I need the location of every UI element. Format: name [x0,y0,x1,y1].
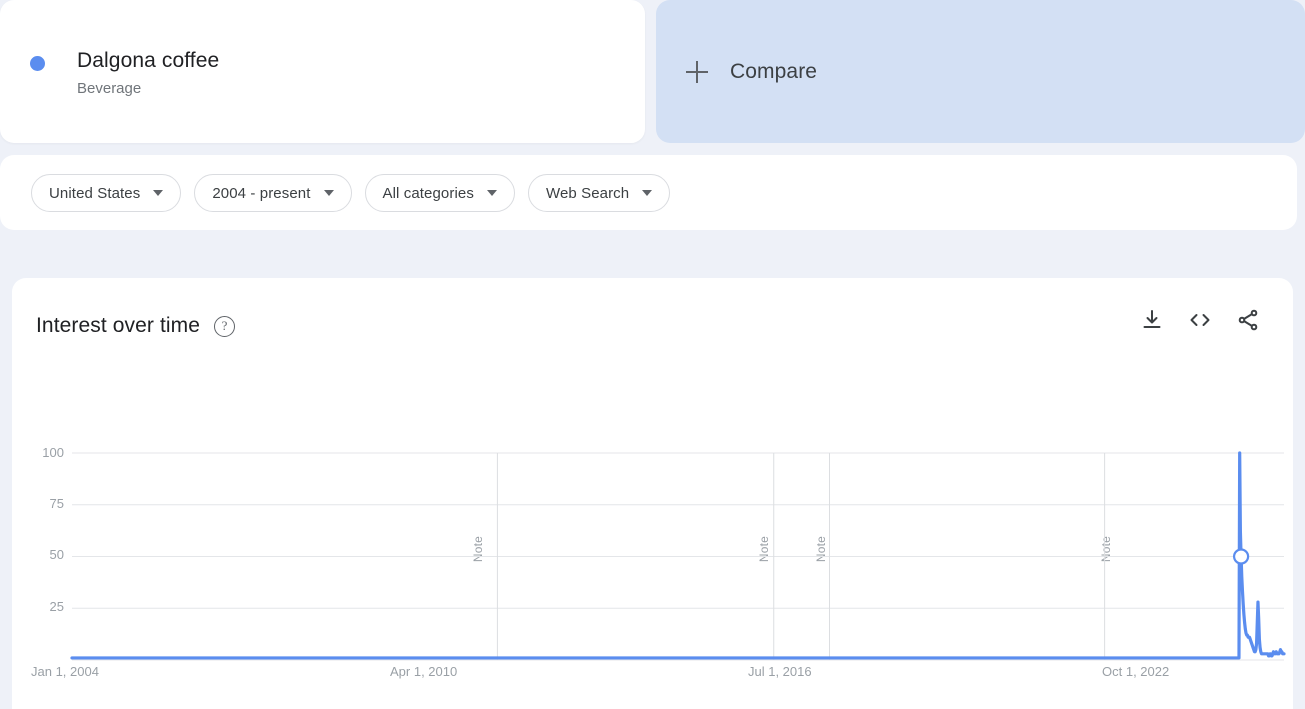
time-range-filter[interactable]: 2004 - present [194,174,352,212]
series-line [70,451,1286,660]
search-term-subtitle: Beverage [77,80,142,97]
y-axis-tick-100: 100 [42,445,64,460]
filters-bar: United States 2004 - present All categor… [0,155,1297,230]
compare-content: Compare [686,60,817,84]
search-term-title: Dalgona coffee [77,49,220,72]
chart-actions [1140,308,1260,332]
y-axis-tick-75: 75 [49,496,64,511]
x-axis-tick-0: Jan 1, 2004 [31,664,99,679]
x-axis-tick-3: Oct 1, 2022 [1102,664,1170,679]
download-icon[interactable] [1140,308,1164,332]
help-circle-icon[interactable]: ? [214,315,236,337]
search-type-filter[interactable]: Web Search [527,174,671,212]
category-filter-label: All categories [382,184,474,202]
chevron-down-icon [153,190,164,196]
note-annotation-label[interactable]: Note [471,536,485,562]
chart-header: Interest over time ? [36,314,236,338]
location-filter-label: United States [49,184,141,202]
share-icon[interactable] [1236,308,1260,332]
trends-line-chart [70,451,1286,661]
search-type-filter-label: Web Search [545,184,630,202]
compare-card[interactable]: Compare [656,0,1305,143]
filters-row: United States 2004 - present All categor… [31,174,671,212]
category-filter[interactable]: All categories [364,174,515,212]
search-term-content: Dalgona coffee Beverage [30,48,219,100]
chevron-down-icon [642,190,653,196]
chart-plot-area: 100 75 50 25 Jan 1, 2004 Apr 1, 2010 Jul… [12,278,1293,709]
terms-row: Dalgona coffee Beverage Compare [0,0,1305,146]
plus-icon [686,61,708,83]
interest-over-time-card: Interest over time ? 100 75 50 25 Jan 1,… [12,278,1293,709]
note-annotation-label[interactable]: Note [814,536,828,562]
x-axis-tick-1: Apr 1, 2010 [390,664,458,679]
embed-code-icon[interactable] [1187,308,1213,332]
y-axis-tick-25: 25 [49,599,64,614]
time-range-filter-label: 2004 - present [212,184,311,202]
x-axis-tick-2: Jul 1, 2016 [748,664,812,679]
chevron-down-icon [486,190,497,196]
search-term-texts: Dalgona coffee Beverage [77,48,219,100]
y-axis-tick-50: 50 [49,547,64,562]
google-trends-page: Dalgona coffee Beverage Compare United S… [0,0,1305,709]
chevron-down-icon [323,190,334,196]
location-filter[interactable]: United States [31,174,182,212]
note-annotation-label[interactable]: Note [1099,536,1113,562]
compare-label: Compare [730,60,818,83]
series-color-dot [30,56,45,71]
highlight-point-marker [1232,548,1250,565]
page-title: Interest over time [36,314,201,337]
search-term-card[interactable]: Dalgona coffee Beverage [0,0,645,143]
note-annotation-label[interactable]: Note [757,536,771,562]
